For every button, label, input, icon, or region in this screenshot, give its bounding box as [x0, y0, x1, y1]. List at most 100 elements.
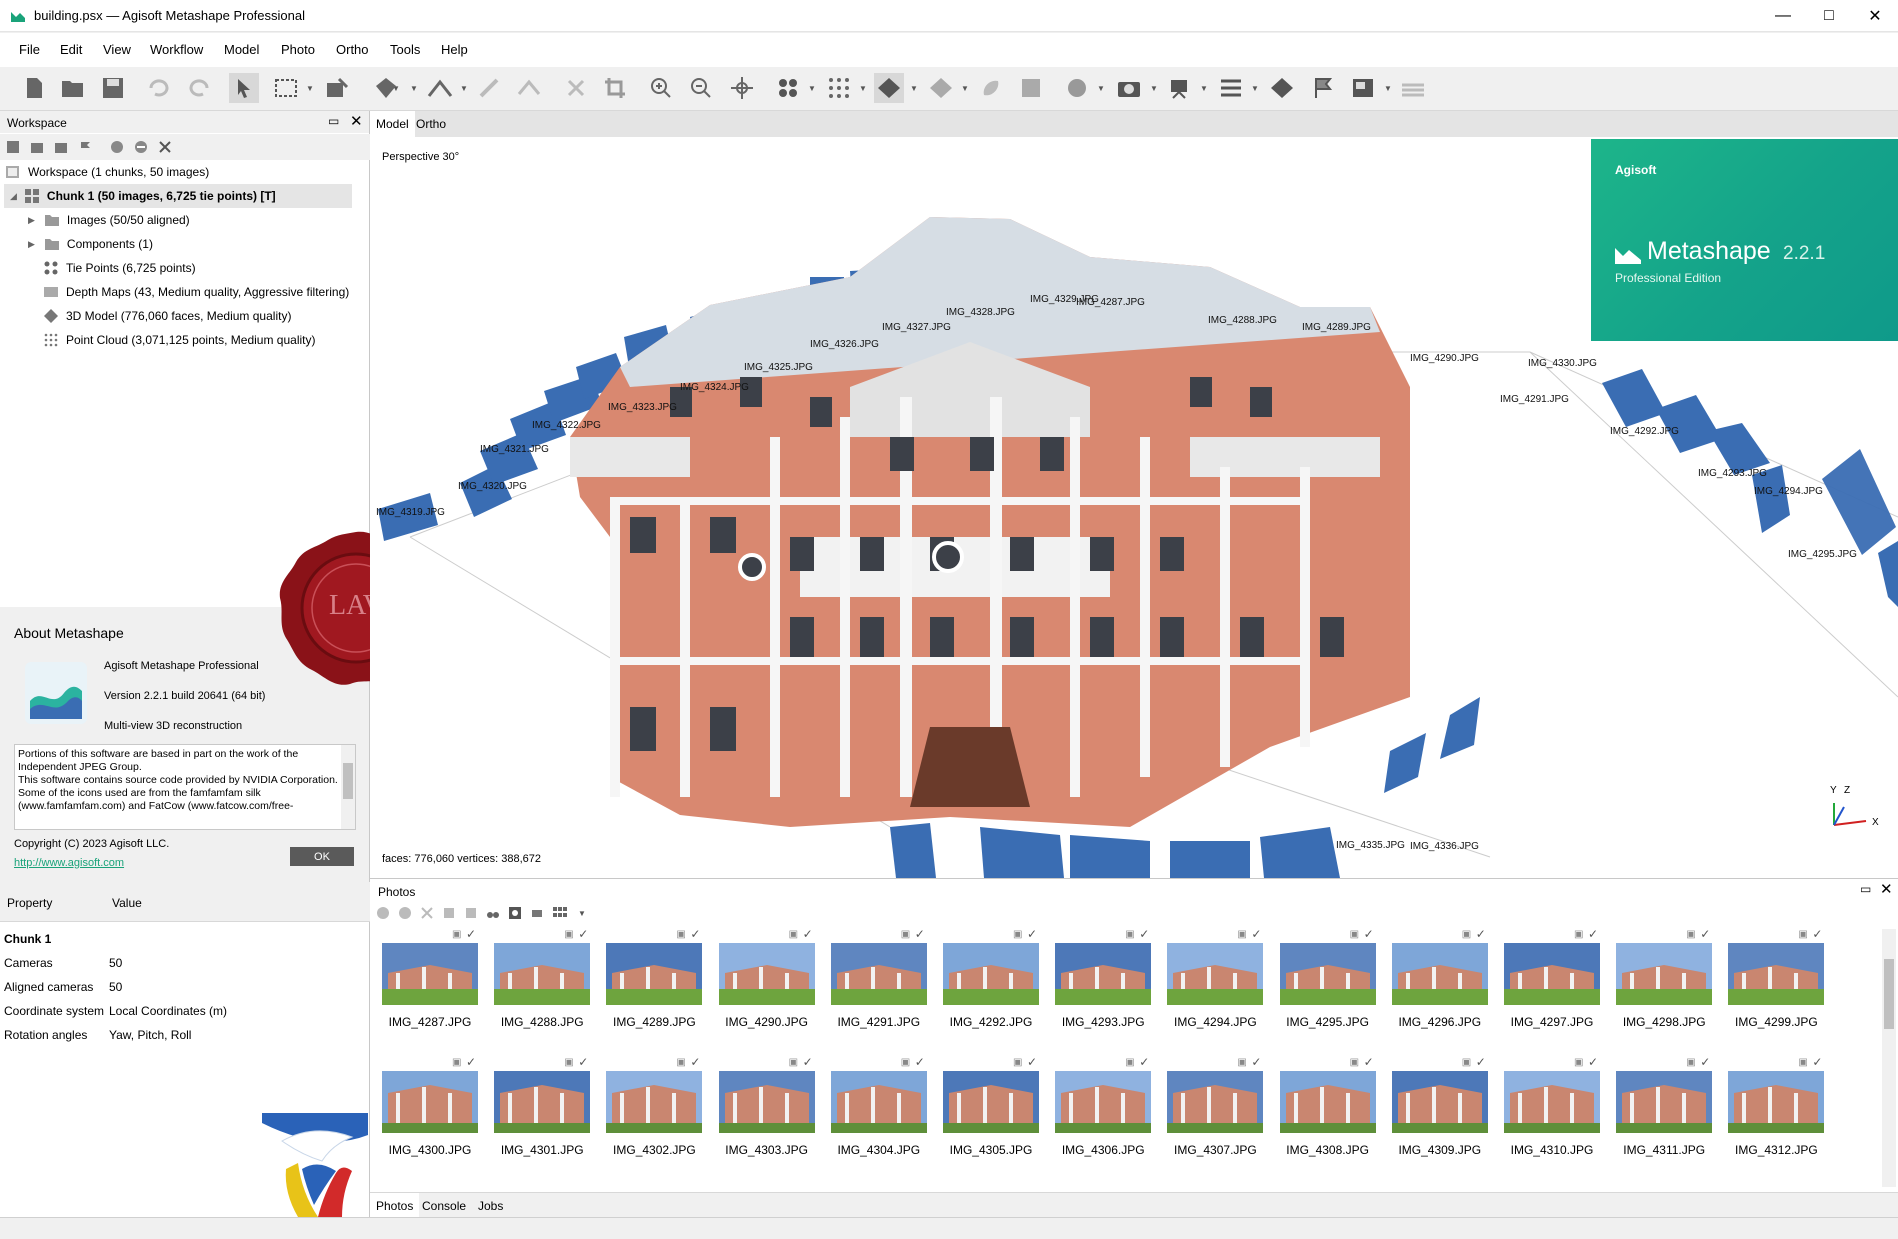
float-panel-icon[interactable]: ▭	[328, 114, 339, 128]
tree-components[interactable]: ▶ Components (1)	[0, 232, 370, 256]
photo-thumbnail[interactable]: ▣ ✓ IMG_4290.JPG	[718, 927, 831, 1049]
photo-thumbnail[interactable]: ▣ ✓ IMG_4309.JPG	[1391, 1055, 1504, 1177]
tab-model[interactable]: Model	[370, 111, 415, 137]
orthomosaic-icon[interactable]	[1016, 73, 1046, 103]
chevron-down-icon[interactable]: ▼	[1097, 73, 1105, 103]
tree-tie-points[interactable]: Tie Points (6,725 points)	[0, 256, 370, 280]
photo-view-icon[interactable]	[530, 906, 544, 920]
photo-thumbnail[interactable]: ▣ ✓ IMG_4300.JPG	[382, 1055, 494, 1177]
photo-thumbnail[interactable]: ▣ ✓ IMG_4303.JPG	[718, 1055, 831, 1177]
markers-icon[interactable]	[1267, 73, 1297, 103]
photo-thumbnail[interactable]: ▣ ✓ IMG_4311.JPG	[1616, 1055, 1728, 1177]
point-cloud-icon[interactable]	[824, 73, 854, 103]
photo-thumbnail[interactable]: ▣ ✓ IMG_4301.JPG	[494, 1055, 606, 1177]
add-marker-icon[interactable]	[78, 140, 92, 154]
chevron-down-icon[interactable]: ▼	[961, 73, 969, 103]
tree-depth-maps[interactable]: Depth Maps (43, Medium quality, Aggressi…	[0, 280, 370, 304]
photo-thumbnail[interactable]: ▣ ✓ IMG_4293.JPG	[1055, 927, 1167, 1049]
chevron-down-icon[interactable]: ▼	[808, 73, 816, 103]
photo-thumbnail[interactable]: ▣ ✓ IMG_4310.JPG	[1504, 1055, 1616, 1177]
chevron-down-icon[interactable]: ▼	[1150, 73, 1158, 103]
add-folder-icon[interactable]	[54, 140, 68, 154]
tree-images[interactable]: ▶ Images (50/50 aligned)	[0, 208, 370, 232]
photo-thumbnail[interactable]: ▣ ✓ IMG_4295.JPG	[1279, 927, 1392, 1049]
photo-thumbnail[interactable]: ▣ ✓ IMG_4294.JPG	[1167, 927, 1279, 1049]
menu-file[interactable]: File	[19, 42, 40, 57]
tab-console[interactable]: Console	[416, 1193, 472, 1219]
video-camera-icon[interactable]	[1165, 73, 1195, 103]
binoculars-icon[interactable]	[486, 906, 500, 920]
draw-polyline-icon[interactable]	[474, 73, 504, 103]
menu-ortho[interactable]: Ortho	[336, 42, 369, 57]
globe-icon[interactable]	[1062, 73, 1092, 103]
model-viewport[interactable]: IMG_4319.JPG IMG_4320.JPG IMG_4321.JPG I…	[370, 137, 1898, 878]
photo-thumbnail[interactable]: ▣ ✓ IMG_4308.JPG	[1279, 1055, 1392, 1177]
disable-icon[interactable]	[398, 906, 412, 920]
photo-thumbnail[interactable]: ▣ ✓ IMG_4304.JPG	[830, 1055, 943, 1177]
grid-view-icon[interactable]	[552, 906, 570, 920]
navigation-icon[interactable]	[229, 73, 259, 103]
photo-thumbnail[interactable]: ▣ ✓ IMG_4299.JPG	[1728, 927, 1840, 1049]
chevron-down-icon[interactable]: ▼	[460, 73, 468, 103]
remove-icon[interactable]	[420, 906, 434, 920]
zoom-in-icon[interactable]	[646, 73, 676, 103]
ok-button[interactable]: OK	[290, 847, 354, 866]
ruler-icon[interactable]	[425, 73, 455, 103]
image-view-icon[interactable]	[1348, 73, 1378, 103]
menu-tools[interactable]: Tools	[390, 42, 420, 57]
model-shaded-icon[interactable]	[874, 73, 904, 103]
float-panel-icon[interactable]: ▭	[1860, 882, 1871, 896]
mask-icon[interactable]	[508, 906, 522, 920]
add-photos-icon[interactable]	[30, 140, 44, 154]
tab-ortho[interactable]: Ortho	[410, 111, 452, 137]
tab-jobs[interactable]: Jobs	[472, 1193, 509, 1219]
enable-icon[interactable]	[110, 140, 124, 154]
reset-view-icon[interactable]	[727, 73, 757, 103]
photo-thumbnail[interactable]: ▣ ✓ IMG_4292.JPG	[943, 927, 1055, 1049]
new-icon[interactable]	[19, 73, 49, 103]
crop-icon[interactable]	[600, 73, 630, 103]
enable-icon[interactable]	[376, 906, 390, 920]
chevron-right-icon[interactable]: ▶	[28, 215, 35, 226]
photo-thumbnail[interactable]: ▣ ✓ IMG_4305.JPG	[943, 1055, 1055, 1177]
minimize-button[interactable]: —	[1760, 0, 1806, 32]
photo-thumbnail[interactable]: ▣ ✓ IMG_4297.JPG	[1504, 927, 1616, 1049]
tree-point-cloud[interactable]: Point Cloud (3,071,125 points, Medium qu…	[0, 328, 370, 352]
photo-thumbnail[interactable]: ▣ ✓ IMG_4306.JPG	[1055, 1055, 1167, 1177]
rectangle-selection-icon[interactable]	[271, 73, 301, 103]
zoom-out-icon[interactable]	[686, 73, 716, 103]
stack-icon[interactable]	[1398, 73, 1428, 103]
photo-thumbnail[interactable]: ▣ ✓ IMG_4289.JPG	[606, 927, 718, 1049]
maximize-button[interactable]: □	[1806, 0, 1852, 32]
photo-thumbnail[interactable]: ▣ ✓ IMG_4287.JPG	[382, 927, 494, 1049]
photos-scrollbar[interactable]	[1882, 929, 1896, 1187]
menu-workflow[interactable]: Workflow	[150, 42, 203, 57]
photo-thumbnail[interactable]: ▣ ✓ IMG_4302.JPG	[606, 1055, 718, 1177]
chevron-down-icon[interactable]: ▼	[910, 73, 918, 103]
close-panel-icon[interactable]: ✕	[1880, 880, 1893, 898]
dem-icon[interactable]	[976, 73, 1006, 103]
photo-thumbnail[interactable]: ▣ ✓ IMG_4291.JPG	[830, 927, 943, 1049]
delete-icon[interactable]	[561, 73, 591, 103]
credits-textbox[interactable]: Portions of this software are based in p…	[14, 744, 356, 830]
photo-thumbnail[interactable]: ▣ ✓ IMG_4296.JPG	[1391, 927, 1504, 1049]
close-panel-icon[interactable]: ✕	[350, 112, 363, 130]
resize-region-icon[interactable]	[322, 73, 352, 103]
chevron-down-icon[interactable]: ▼	[410, 73, 418, 103]
remove-icon[interactable]	[158, 140, 172, 154]
chevron-down-icon[interactable]: ▼	[306, 73, 314, 103]
photo-thumbnail[interactable]: ▣ ✓ IMG_4307.JPG	[1167, 1055, 1279, 1177]
add-chunk-icon[interactable]	[6, 140, 20, 154]
chevron-right-icon[interactable]: ▶	[28, 239, 35, 250]
flag-icon[interactable]	[1308, 73, 1338, 103]
menu-help[interactable]: Help	[441, 42, 468, 57]
rotate-left-icon[interactable]	[442, 906, 456, 920]
header-property[interactable]: Property	[7, 896, 52, 910]
photo-thumbnail[interactable]: ▣ ✓ IMG_4288.JPG	[494, 927, 606, 1049]
save-icon[interactable]	[98, 73, 128, 103]
chevron-down-icon[interactable]: ▼	[1251, 73, 1259, 103]
credits-scrollbar[interactable]	[341, 745, 355, 829]
tree-3d-model[interactable]: 3D Model (776,060 faces, Medium quality)	[0, 304, 370, 328]
tree-chunk-1[interactable]: ◢ Chunk 1 (50 images, 6,725 tie points) …	[4, 184, 352, 208]
chevron-down-icon[interactable]: ▼	[1200, 73, 1208, 103]
